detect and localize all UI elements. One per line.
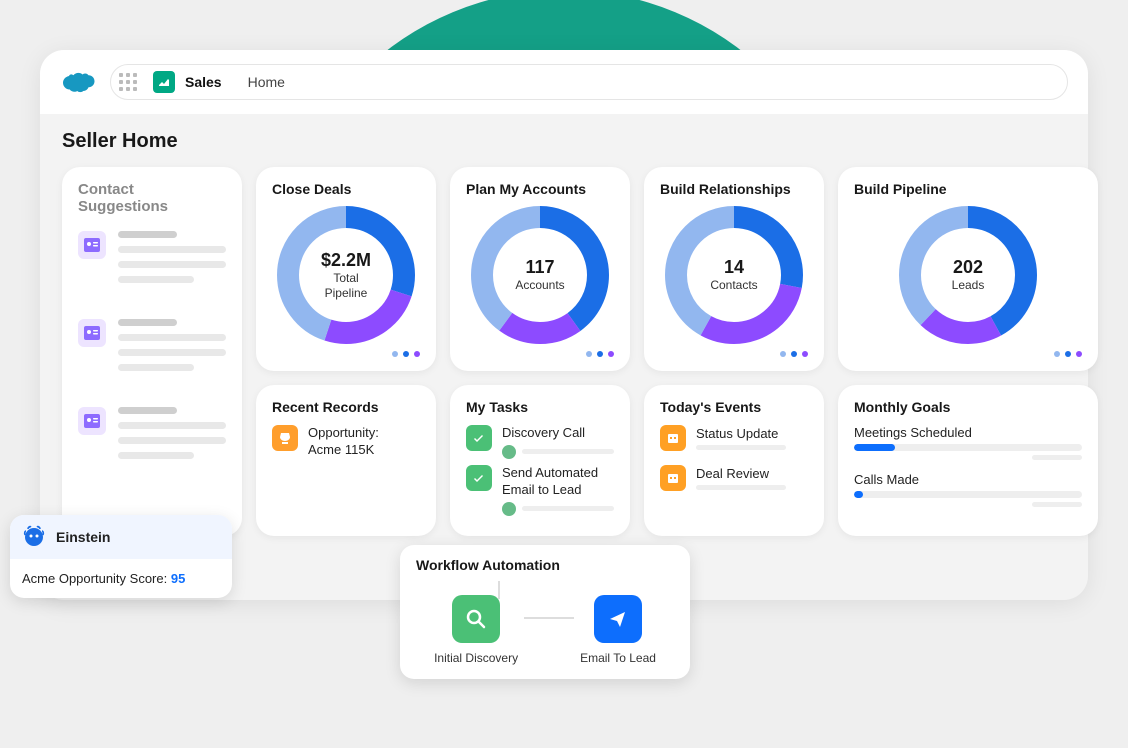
card-title: Close Deals	[272, 181, 420, 197]
event-text: Deal Review	[696, 466, 786, 481]
contact-card-icon	[78, 407, 106, 435]
donut-relationships: 14Contacts	[664, 205, 804, 345]
donut-plan-accounts: 117Accounts	[470, 205, 610, 345]
card-recent-records: Recent Records Opportunity:Acme 115K	[256, 385, 436, 536]
magnifier-icon	[452, 595, 500, 643]
contact-card-icon	[78, 319, 106, 347]
assignee-avatar	[502, 502, 516, 516]
goal-progress-bar	[854, 444, 1082, 451]
einstein-score: 95	[171, 571, 185, 586]
card-contact-suggestions: Contact Suggestions	[62, 167, 242, 536]
task-item[interactable]: Send Automated Email to Lead	[466, 465, 614, 516]
event-item[interactable]: Status Update	[660, 425, 808, 451]
pager-dots[interactable]	[272, 351, 420, 357]
calendar-icon	[660, 465, 686, 491]
card-title: Build Relationships	[660, 181, 808, 197]
card-title: Build Pipeline	[854, 181, 1082, 197]
pager-dots[interactable]	[854, 351, 1082, 357]
assignee-avatar	[502, 445, 516, 459]
card-build-relationships[interactable]: Build Relationships 14Contacts	[644, 167, 824, 371]
card-title: My Tasks	[466, 399, 614, 415]
card-title: Monthly Goals	[854, 399, 1082, 415]
pager-dots[interactable]	[466, 351, 614, 357]
einstein-icon	[22, 525, 46, 549]
app-switcher-pill[interactable]: Sales Home	[110, 64, 1068, 100]
contact-suggestions-title: Contact Suggestions	[78, 181, 226, 215]
send-icon	[594, 595, 642, 643]
workflow-node-discovery[interactable]: Initial Discovery	[434, 595, 518, 665]
card-monthly-goals: Monthly Goals Meetings Scheduled Calls M…	[838, 385, 1098, 536]
task-text: Discovery Call	[502, 425, 614, 442]
pager-dots[interactable]	[660, 351, 808, 357]
card-title: Plan My Accounts	[466, 181, 614, 197]
waffle-icon[interactable]	[119, 73, 137, 91]
workflow-flow: Initial Discovery Email To Lead	[416, 581, 674, 665]
einstein-header: Einstein	[10, 515, 232, 559]
recent-record-item[interactable]: Opportunity:Acme 115K	[272, 425, 420, 459]
task-text: Send Automated Email to Lead	[502, 465, 614, 499]
topbar: Sales Home	[40, 50, 1088, 114]
workflow-node-label: Email To Lead	[580, 651, 656, 665]
goal-progress-bar	[854, 491, 1082, 498]
checkbox-done-icon[interactable]	[466, 425, 492, 451]
workflow-automation-popover[interactable]: Workflow Automation Initial Discovery Em…	[400, 545, 690, 679]
goal-label: Meetings Scheduled	[854, 425, 1082, 440]
task-item[interactable]: Discovery Call	[466, 425, 614, 459]
app-badge-icon	[153, 71, 175, 93]
dashboard-grid: Close Deals $2.2MTotalPipeline Plan My A…	[62, 167, 1066, 536]
card-build-pipeline[interactable]: Build Pipeline 202Leads	[838, 167, 1098, 371]
card-todays-events: Today's Events Status Update Deal Review	[644, 385, 824, 536]
calendar-icon	[660, 425, 686, 451]
card-title: Today's Events	[660, 399, 808, 415]
contact-card-icon	[78, 231, 106, 259]
event-item[interactable]: Deal Review	[660, 465, 808, 491]
donut-close-deals: $2.2MTotalPipeline	[276, 205, 416, 345]
donut-pipeline: 202Leads	[898, 205, 1038, 345]
workflow-title: Workflow Automation	[416, 557, 674, 573]
einstein-popover[interactable]: Einstein Acme Opportunity Score: 95	[10, 515, 232, 598]
recent-record-text: Opportunity:Acme 115K	[308, 425, 379, 459]
einstein-body: Acme Opportunity Score: 95	[10, 559, 232, 598]
app-name: Sales	[185, 74, 222, 90]
opportunity-icon	[272, 425, 298, 451]
nav-home[interactable]: Home	[248, 74, 285, 90]
card-plan-accounts[interactable]: Plan My Accounts 117Accounts	[450, 167, 630, 371]
einstein-title: Einstein	[56, 529, 110, 545]
card-title: Recent Records	[272, 399, 420, 415]
content-area: Seller Home Close Deals $2.2MTotalPipeli…	[40, 114, 1088, 552]
contact-suggestion-item[interactable]	[78, 407, 226, 467]
page-title: Seller Home	[62, 130, 1066, 153]
event-text: Status Update	[696, 426, 786, 441]
card-my-tasks: My Tasks Discovery Call Send Automated E…	[450, 385, 630, 536]
contact-suggestion-item[interactable]	[78, 319, 226, 379]
workflow-node-email[interactable]: Email To Lead	[580, 595, 656, 665]
goal-label: Calls Made	[854, 472, 1082, 487]
card-close-deals[interactable]: Close Deals $2.2MTotalPipeline	[256, 167, 436, 371]
checkbox-done-icon[interactable]	[466, 465, 492, 491]
contact-suggestion-item[interactable]	[78, 231, 226, 291]
workflow-node-label: Initial Discovery	[434, 651, 518, 665]
salesforce-logo-icon	[60, 69, 96, 95]
